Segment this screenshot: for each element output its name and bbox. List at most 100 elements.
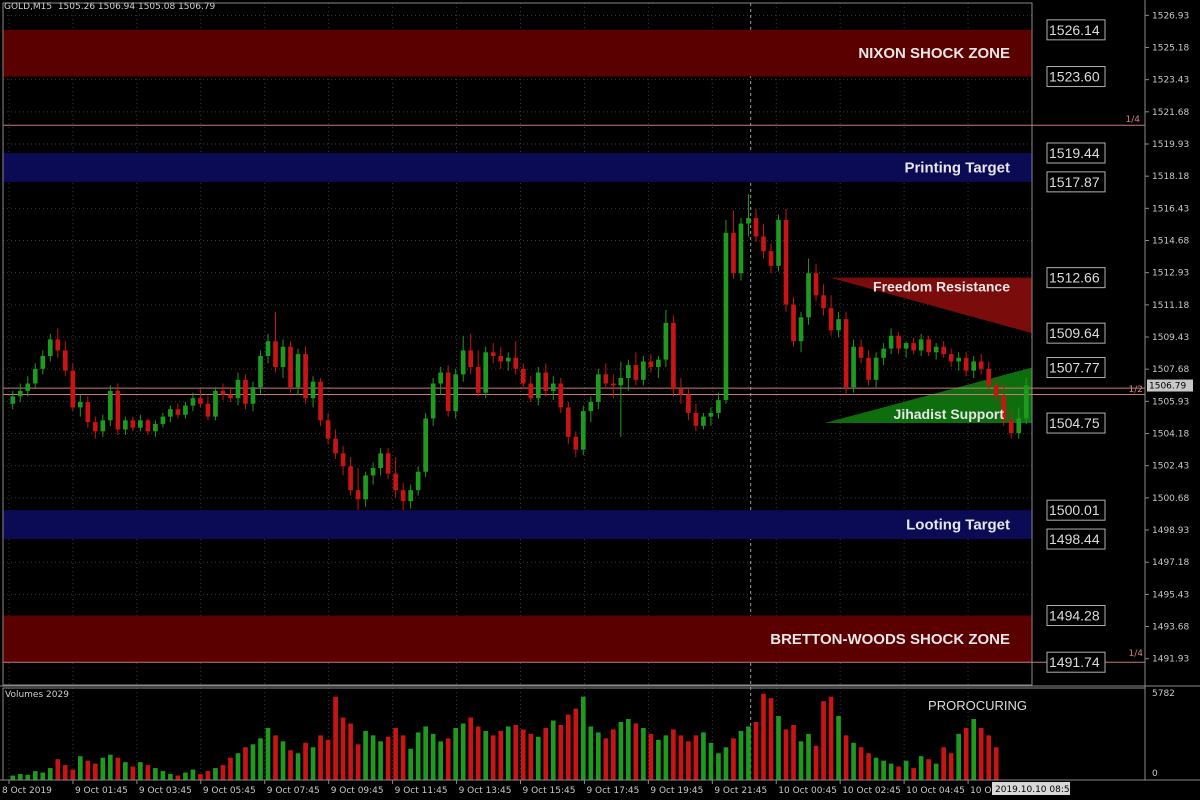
candle-body[interactable] xyxy=(746,218,751,224)
candle-body[interactable] xyxy=(791,304,796,342)
candle-body[interactable] xyxy=(460,350,466,375)
candle-body[interactable] xyxy=(123,420,128,430)
candle-body[interactable] xyxy=(445,372,451,412)
candle-body[interactable] xyxy=(813,273,819,296)
candle-body[interactable] xyxy=(656,359,661,367)
candle-body[interactable] xyxy=(77,401,83,408)
candle-body[interactable] xyxy=(32,368,38,384)
candle-body[interactable] xyxy=(678,389,684,395)
candle-body[interactable] xyxy=(686,394,691,413)
candle-body[interactable] xyxy=(333,438,338,454)
candle-body[interactable] xyxy=(138,420,143,428)
candle-body[interactable] xyxy=(888,335,894,349)
candle-body[interactable] xyxy=(220,390,226,395)
candle-body[interactable] xyxy=(1016,418,1022,434)
candle-body[interactable] xyxy=(483,352,489,393)
candle-body[interactable] xyxy=(701,416,706,426)
candle-body[interactable] xyxy=(873,357,879,380)
candle-body[interactable] xyxy=(866,357,871,380)
candle-body[interactable] xyxy=(603,374,609,384)
candle-body[interactable] xyxy=(723,232,729,401)
candle-body[interactable] xyxy=(295,354,301,388)
candle-body[interactable] xyxy=(776,219,781,266)
candle-body[interactable] xyxy=(663,322,669,360)
candle-body[interactable] xyxy=(385,453,391,474)
candle-body[interactable] xyxy=(693,412,699,426)
candle-body[interactable] xyxy=(325,420,331,439)
candle-body[interactable] xyxy=(190,398,196,406)
candle-body[interactable] xyxy=(175,409,181,415)
candle-body[interactable] xyxy=(348,466,353,491)
candle-body[interactable] xyxy=(378,453,383,469)
candle-body[interactable] xyxy=(153,423,158,432)
candle-body[interactable] xyxy=(851,346,856,388)
candle-body[interactable] xyxy=(475,366,481,393)
price-chart[interactable]: 1/4 1/2 1/4 1526.93 1525.18 1523.43 1521.68 15… xyxy=(0,0,1200,800)
zone-printing-target[interactable] xyxy=(3,153,1032,182)
candle-body[interactable] xyxy=(505,357,511,362)
candle-body[interactable] xyxy=(340,453,346,467)
candle-body[interactable] xyxy=(528,383,534,399)
candle-body[interactable] xyxy=(47,339,53,356)
candle-body[interactable] xyxy=(115,390,121,430)
candle-body[interactable] xyxy=(415,471,421,491)
candle-body[interactable] xyxy=(438,372,444,384)
candle-body[interactable] xyxy=(798,317,804,342)
candle-body[interactable] xyxy=(250,387,256,404)
candle-body[interactable] xyxy=(108,390,113,421)
candle-body[interactable] xyxy=(363,475,368,500)
candle-body[interactable] xyxy=(738,223,744,274)
candle-body[interactable] xyxy=(558,383,564,408)
candle-body[interactable] xyxy=(956,357,962,362)
candle-body[interactable] xyxy=(10,396,16,404)
candle-body[interactable] xyxy=(160,416,166,424)
candle-body[interactable] xyxy=(310,381,316,399)
candle-body[interactable] xyxy=(626,365,631,379)
candle-body[interactable] xyxy=(513,357,519,369)
candle-body[interactable] xyxy=(550,383,556,391)
candle-body[interactable] xyxy=(993,385,999,397)
candle-body[interactable] xyxy=(641,361,646,380)
candle-body[interactable] xyxy=(595,374,601,402)
candle-body[interactable] xyxy=(731,232,736,274)
candle-body[interactable] xyxy=(318,381,323,421)
candle-body[interactable] xyxy=(288,346,293,388)
candle-body[interactable] xyxy=(911,343,916,351)
zone-looting-target[interactable] xyxy=(3,510,1032,540)
candle-body[interactable] xyxy=(70,370,76,408)
candle-body[interactable] xyxy=(978,361,984,369)
candle-body[interactable] xyxy=(100,420,106,432)
candle-body[interactable] xyxy=(370,468,376,476)
candle-body[interactable] xyxy=(145,420,151,432)
candle-body[interactable] xyxy=(986,368,992,386)
candle-body[interactable] xyxy=(93,422,98,432)
candle-body[interactable] xyxy=(543,372,549,391)
candle-body[interactable] xyxy=(168,409,173,417)
candle-body[interactable] xyxy=(55,339,61,351)
candle-body[interactable] xyxy=(573,436,579,450)
candle-body[interactable] xyxy=(355,490,361,500)
candle-body[interactable] xyxy=(400,490,406,502)
candle-body[interactable] xyxy=(821,295,826,309)
candle-body[interactable] xyxy=(520,368,526,384)
candle-body[interactable] xyxy=(453,374,459,412)
candle-body[interactable] xyxy=(228,394,233,399)
candle-body[interactable] xyxy=(62,350,68,371)
candle-body[interactable] xyxy=(588,401,594,412)
candle-body[interactable] xyxy=(280,346,286,367)
candle-body[interactable] xyxy=(213,390,218,417)
candle-body[interactable] xyxy=(303,354,308,399)
candle-body[interactable] xyxy=(806,273,811,318)
candle-body[interactable] xyxy=(941,346,946,355)
candle-body[interactable] xyxy=(565,407,571,437)
candle-body[interactable] xyxy=(408,490,413,502)
candle-body[interactable] xyxy=(243,379,248,404)
candle-body[interactable] xyxy=(258,355,263,388)
candle-body[interactable] xyxy=(926,339,931,353)
candle-body[interactable] xyxy=(130,420,136,428)
candle-body[interactable] xyxy=(896,335,901,349)
candle-body[interactable] xyxy=(633,365,639,380)
candle-body[interactable] xyxy=(198,398,203,404)
candle-body[interactable] xyxy=(618,378,624,386)
candle-body[interactable] xyxy=(40,355,46,369)
